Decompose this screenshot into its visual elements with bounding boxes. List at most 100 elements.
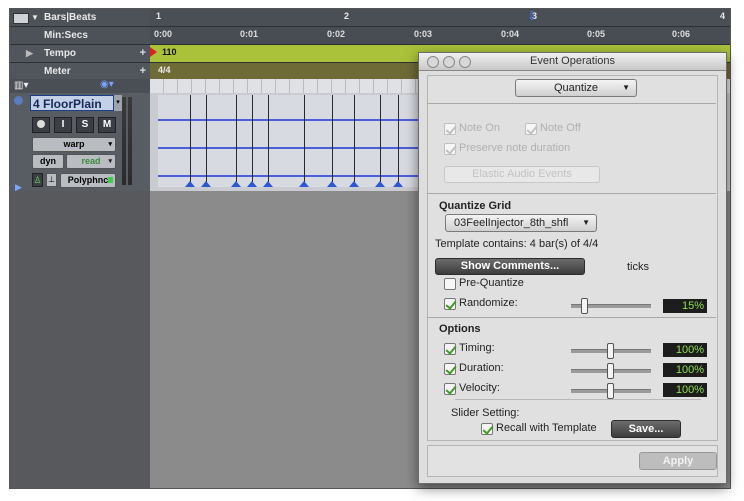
note-on-checkbox[interactable] <box>444 123 456 135</box>
divider <box>427 317 716 318</box>
recall-template-checkbox[interactable] <box>481 423 493 435</box>
duration-checkbox[interactable] <box>444 363 456 375</box>
record-enable-button[interactable] <box>32 117 50 133</box>
warp-marker-line <box>380 95 381 185</box>
dialog-titlebar[interactable]: Event Operations <box>419 53 726 71</box>
bar-tick-label: 4 <box>720 11 726 21</box>
elastic-audio-events-button[interactable]: Elastic Audio Events <box>444 166 600 183</box>
dyn-button[interactable]: dyn <box>32 154 64 169</box>
chevron-down-icon: ▼ <box>582 218 590 227</box>
save-button[interactable]: Save... <box>611 420 681 438</box>
randomize-checkbox[interactable] <box>444 298 456 310</box>
mute-button[interactable]: M <box>98 117 116 133</box>
slider-thumb[interactable] <box>581 298 588 314</box>
elastic-audio-label: Polyphnc <box>67 175 109 185</box>
timebase-linear-icon[interactable]: ⊥ <box>46 173 57 187</box>
event-marker-icon[interactable] <box>393 181 403 187</box>
preserve-duration-checkbox[interactable] <box>444 143 456 155</box>
timing-label: Timing: <box>459 342 495 354</box>
pre-quantize-checkbox[interactable] <box>444 278 456 290</box>
close-icon[interactable] <box>427 56 439 68</box>
automation-mode-selector[interactable]: read ▾ <box>66 154 116 169</box>
track-name[interactable]: 4 FloorPlain <box>30 95 114 111</box>
add-meter-icon[interactable]: + <box>140 63 146 80</box>
note-off-checkbox[interactable] <box>525 123 537 135</box>
solo-button[interactable]: S <box>76 117 94 133</box>
velocity-value[interactable]: 100% <box>663 383 707 397</box>
recall-template-label: Recall with Template <box>496 422 597 434</box>
warp-marker-line <box>236 95 237 185</box>
randomize-value[interactable]: 15% <box>663 299 707 313</box>
ruler-menu-icon[interactable] <box>13 13 29 24</box>
bar-tick-label: 1 <box>156 11 162 21</box>
event-marker-icon[interactable] <box>185 181 195 187</box>
track-view-selector[interactable]: warp ▾ <box>32 137 116 152</box>
operation-select-value: Quantize <box>553 82 599 94</box>
slider-thumb[interactable] <box>607 343 614 359</box>
divider <box>427 103 716 104</box>
add-tempo-icon[interactable]: + <box>140 45 146 62</box>
automation-mode-label: read <box>81 156 101 166</box>
min-secs-ruler-label[interactable]: Min:Secs <box>10 27 150 45</box>
quantize-grid-select[interactable]: 03FeelInjector_8th_shfl ▼ <box>445 214 597 232</box>
operation-select[interactable]: Quantize ▼ <box>515 79 637 97</box>
time-tick-label: 0:05 <box>587 29 606 39</box>
timebase-icon[interactable]: ◉▾ <box>100 79 114 90</box>
zoom-icon[interactable] <box>459 56 471 68</box>
slider-setting-label: Slider Setting: <box>451 407 520 419</box>
ruler-name: Bars|Beats <box>44 12 97 23</box>
event-marker-icon[interactable] <box>299 181 309 187</box>
ticks-label: ticks <box>627 261 649 273</box>
track-header-toolbar: ▥▾ ◉▾ <box>10 79 150 93</box>
event-marker-icon[interactable] <box>327 181 337 187</box>
timing-slider[interactable] <box>571 343 651 359</box>
waveform-channel <box>158 175 430 177</box>
timing-checkbox[interactable] <box>444 343 456 355</box>
bars-beats-ruler-label[interactable]: ▼ Bars|Beats <box>10 9 150 27</box>
event-marker-icon[interactable] <box>349 181 359 187</box>
duration-slider[interactable] <box>571 363 651 379</box>
warp-marker-line <box>398 95 399 185</box>
min-secs-strip[interactable]: 0:00 0:01 0:02 0:03 0:04 0:05 0:06 <box>150 27 730 45</box>
event-marker-icon[interactable] <box>201 181 211 187</box>
duration-value[interactable]: 100% <box>663 363 707 377</box>
input-monitor-button[interactable]: I <box>54 117 72 133</box>
track-menu-icon[interactable]: ▾ <box>114 95 122 111</box>
bars-beats-ruler: ▼ Bars|Beats 1 2 3 4 ⇩ <box>10 9 730 27</box>
tempo-ruler-label[interactable]: ▶ Tempo + <box>10 45 150 63</box>
time-tick-label: 0:01 <box>240 29 259 39</box>
playhead-cursor-icon[interactable]: ⇩ <box>527 9 537 23</box>
quantize-grid-heading: Quantize Grid <box>439 200 512 212</box>
minimize-icon[interactable] <box>443 56 455 68</box>
note-off-label: Note Off <box>540 122 581 134</box>
randomize-slider[interactable] <box>571 298 651 314</box>
slider-thumb[interactable] <box>607 363 614 379</box>
velocity-slider[interactable] <box>571 383 651 399</box>
tuner-icon[interactable]: ♙ <box>32 173 43 187</box>
bar-tick-label: 2 <box>344 11 350 21</box>
view-menu-icon[interactable]: ▥▾ <box>14 80 28 91</box>
tempo-marker-icon[interactable] <box>150 47 157 57</box>
elastic-audio-selector[interactable]: Polyphnc <box>60 173 116 188</box>
expand-triangle-icon[interactable]: ▶ <box>26 45 33 62</box>
bars-beats-strip[interactable]: 1 2 3 4 ⇩ <box>150 9 730 27</box>
empty-track-area <box>10 191 150 488</box>
event-marker-icon[interactable] <box>375 181 385 187</box>
show-comments-button[interactable]: Show Comments... <box>435 258 585 275</box>
velocity-label: Velocity: <box>459 382 500 394</box>
apply-button[interactable]: Apply <box>639 452 717 470</box>
pre-quantize-label: Pre-Quantize <box>459 277 524 289</box>
warp-marker-line <box>304 95 305 185</box>
event-marker-icon[interactable] <box>247 181 257 187</box>
level-meter <box>122 97 126 185</box>
waveform-channel <box>158 147 430 149</box>
event-marker-icon[interactable] <box>231 181 241 187</box>
velocity-checkbox[interactable] <box>444 383 456 395</box>
options-heading: Options <box>439 323 481 335</box>
slider-thumb[interactable] <box>607 383 614 399</box>
event-operations-dialog: Event Operations Quantize ▼ Note On Note … <box>418 52 727 484</box>
timing-value[interactable]: 100% <box>663 343 707 357</box>
track-color-icon[interactable] <box>14 96 23 105</box>
event-marker-icon[interactable] <box>263 181 273 187</box>
audio-clip[interactable] <box>158 95 430 187</box>
